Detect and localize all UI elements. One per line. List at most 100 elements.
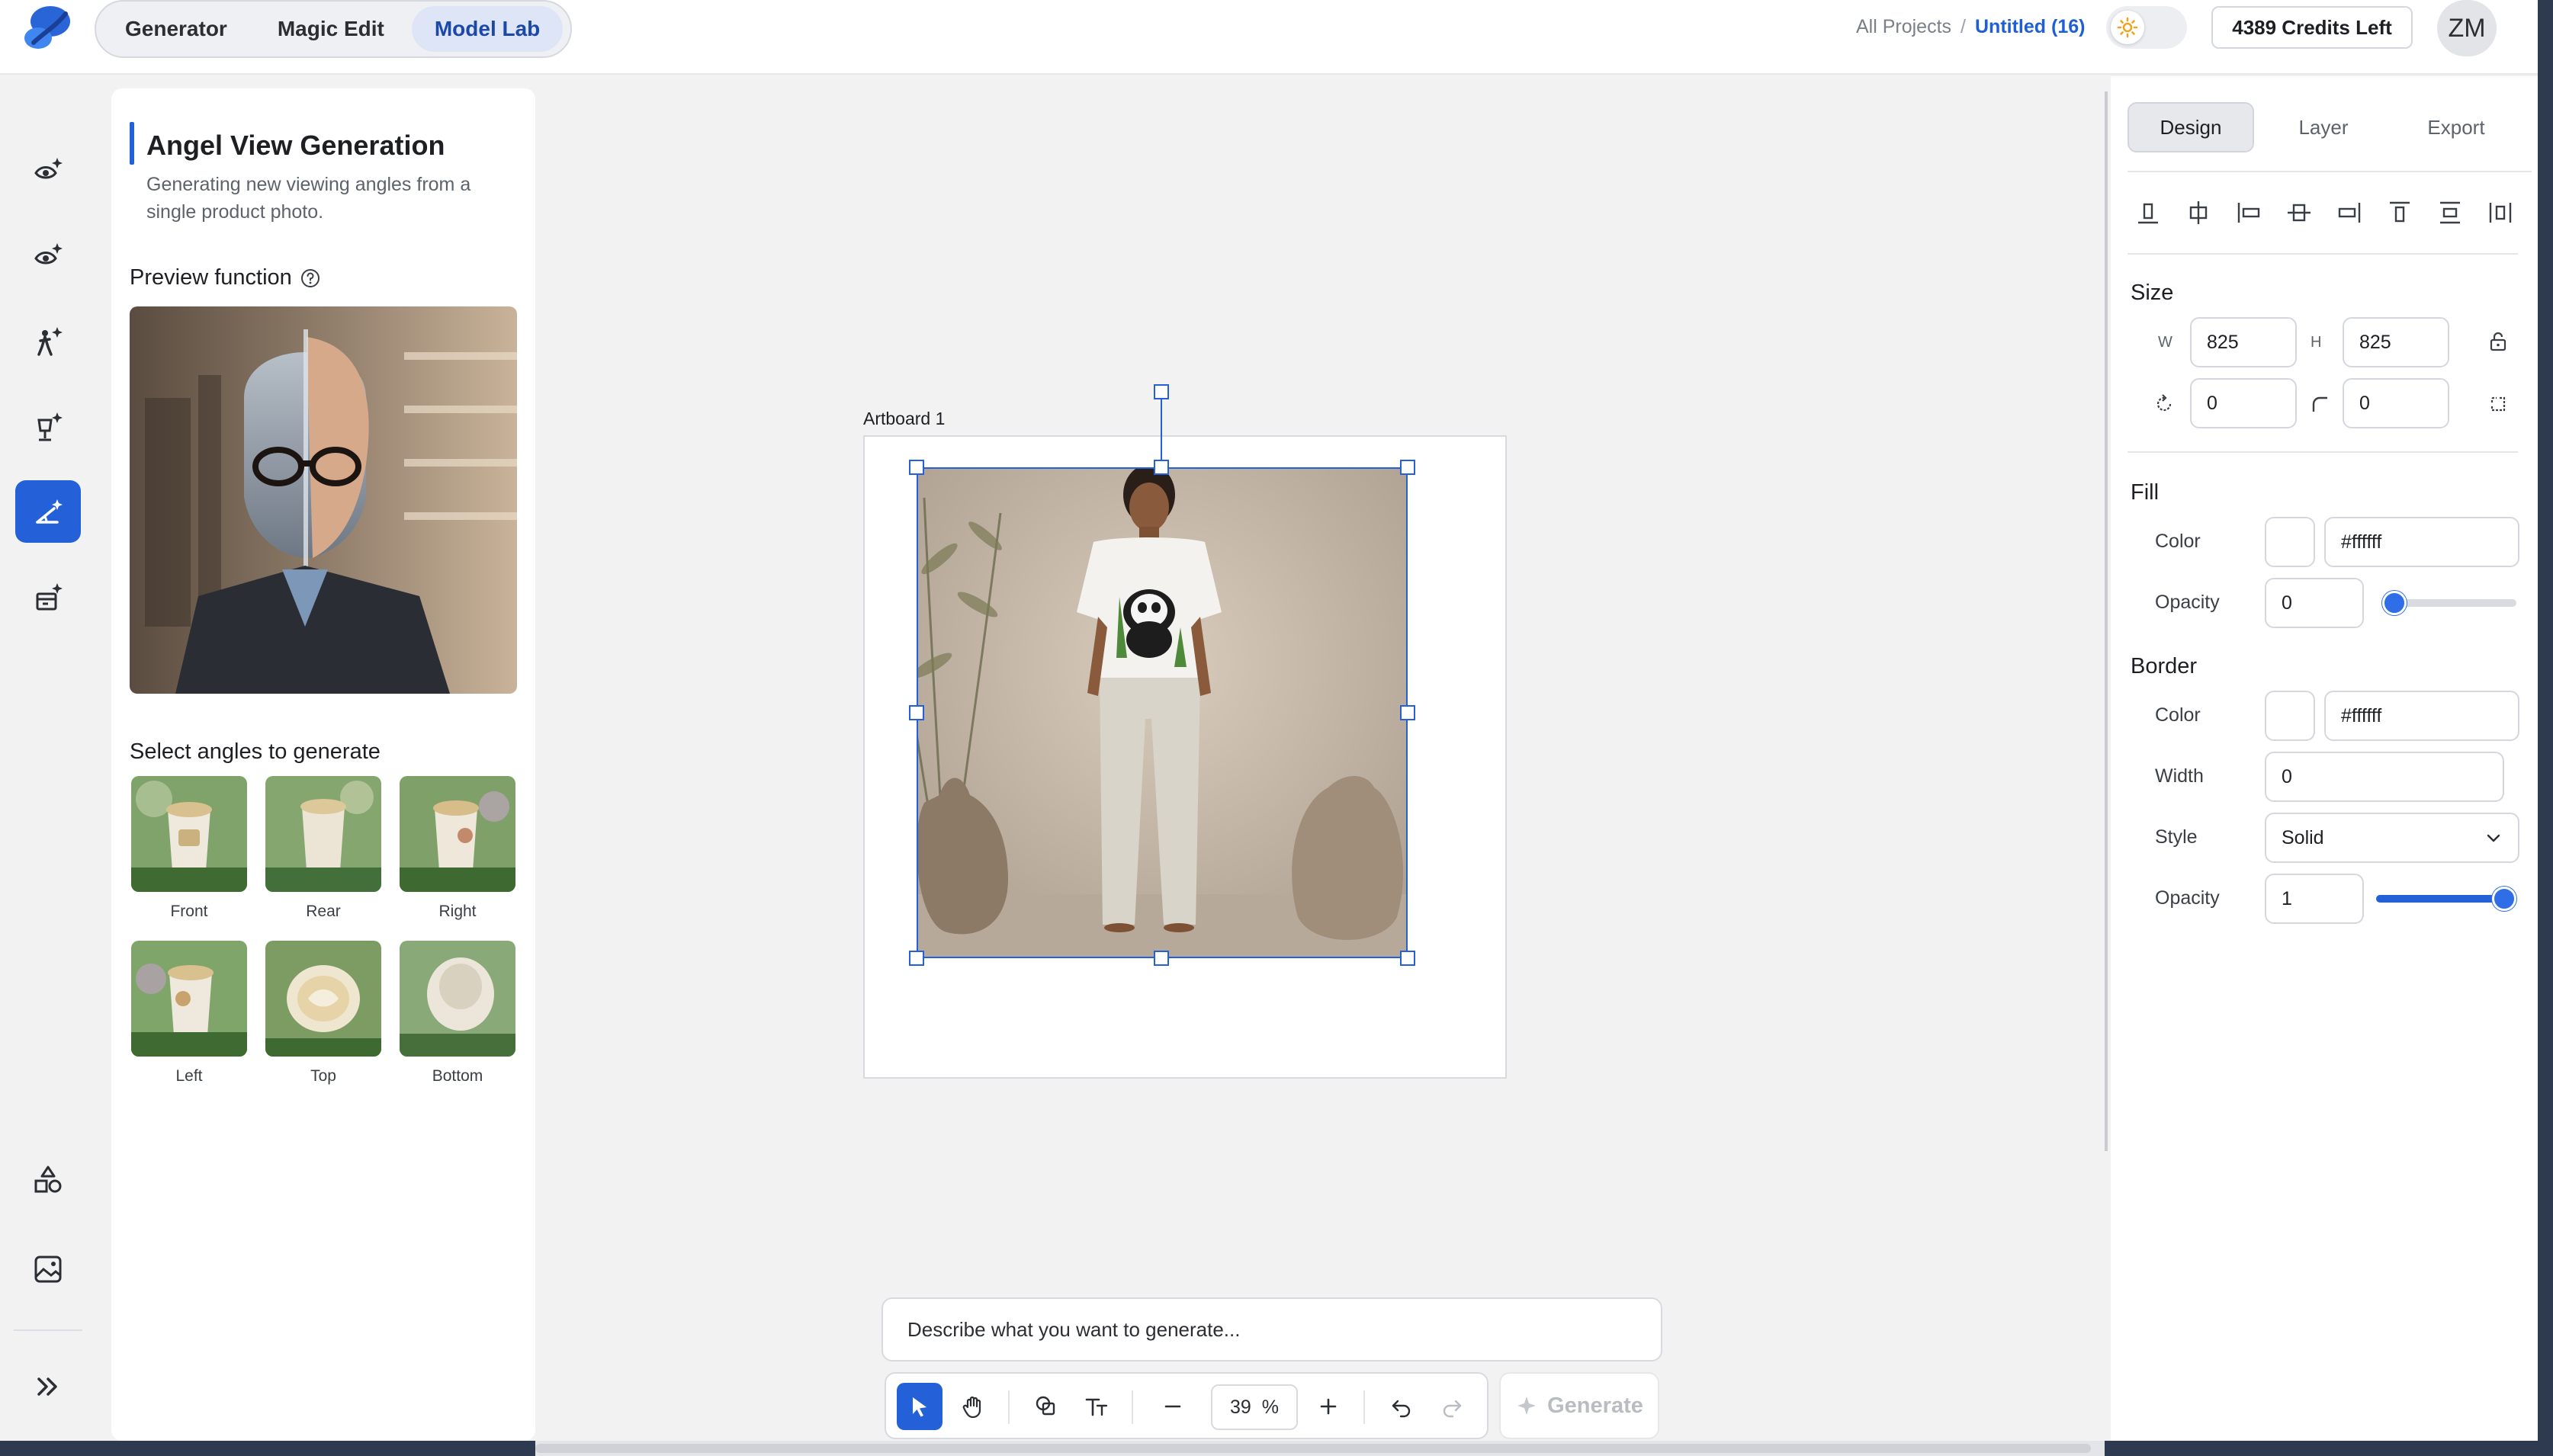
border-width-input[interactable]: 0 <box>2265 752 2504 802</box>
angle-option-bottom[interactable]: Bottom <box>400 941 515 1086</box>
undo-button[interactable] <box>1379 1383 1424 1430</box>
artboard-label[interactable]: Artboard 1 <box>863 409 945 429</box>
preview-image <box>130 306 517 694</box>
breadcrumb-all-projects[interactable]: All Projects <box>1856 16 1951 38</box>
prompt-input[interactable]: Describe what you want to generate... <box>882 1297 1662 1361</box>
angle-view-panel: Angel View Generation Generating new vie… <box>111 88 535 1441</box>
avatar[interactable]: ZM <box>2437 0 2497 56</box>
width-input[interactable]: 825 <box>2190 317 2297 367</box>
distribute-vertical-icon[interactable] <box>2436 198 2465 227</box>
breadcrumb-current-project[interactable]: Untitled (16) <box>1975 16 2085 38</box>
width-label: W <box>2158 334 2172 351</box>
rail-figure-sparkle[interactable] <box>15 309 81 372</box>
align-left-icon[interactable] <box>2234 198 2263 227</box>
tab-layer[interactable]: Layer <box>2260 102 2387 152</box>
rail-image[interactable] <box>15 1238 81 1300</box>
angle-label: Bottom <box>432 1067 483 1085</box>
rotate-handle[interactable] <box>1154 384 1169 399</box>
theme-toggle[interactable] <box>2106 6 2187 49</box>
tab-generator[interactable]: Generator <box>102 6 250 52</box>
shape-tool-button[interactable] <box>1023 1383 1069 1430</box>
undo-icon <box>1392 1400 1411 1418</box>
vertical-scrollbar[interactable] <box>2105 91 2108 1151</box>
rail-eye-sparkle-1[interactable] <box>15 139 81 201</box>
redo-button[interactable] <box>1429 1383 1475 1430</box>
rail-box-sparkle[interactable] <box>15 566 81 628</box>
align-bottom-icon[interactable] <box>2134 198 2163 227</box>
resize-handle-top[interactable] <box>1154 460 1169 475</box>
height-input[interactable]: 825 <box>2343 317 2449 367</box>
align-top-icon[interactable] <box>2385 198 2414 227</box>
fill-opacity-slider-knob[interactable] <box>2382 591 2407 615</box>
tab-model-lab[interactable]: Model Lab <box>411 6 564 52</box>
toolbar-separator <box>1363 1390 1365 1424</box>
generate-button[interactable]: Generate <box>1499 1372 1659 1439</box>
border-opacity-slider-knob[interactable] <box>2492 887 2516 911</box>
resize-handle-bottom-right[interactable] <box>1400 951 1415 966</box>
border-color-input[interactable]: #ffffff <box>2324 691 2519 741</box>
rail-expand[interactable] <box>15 1355 81 1418</box>
align-horizontal-center-icon[interactable] <box>2285 198 2314 227</box>
border-section-title: Border <box>2131 654 2198 678</box>
resize-handle-bottom[interactable] <box>1154 951 1169 966</box>
text-tool-button[interactable] <box>1074 1383 1119 1430</box>
rail-mannequin-sparkle[interactable] <box>15 395 81 457</box>
fill-section-title: Fill <box>2131 480 2160 505</box>
align-vertical-center-icon[interactable] <box>2184 198 2213 227</box>
angle-option-left[interactable]: Left <box>131 941 247 1086</box>
distribute-horizontal-icon[interactable] <box>2486 198 2515 227</box>
angle-option-rear[interactable]: Rear <box>265 776 381 921</box>
align-right-icon[interactable] <box>2335 198 2364 227</box>
tab-design[interactable]: Design <box>2128 102 2254 152</box>
horizontal-scrollbar-thumb[interactable] <box>535 1444 2091 1453</box>
border-style-select[interactable]: Solid <box>2265 813 2519 863</box>
resize-handle-right[interactable] <box>1400 705 1415 720</box>
angle-option-top[interactable]: Top <box>265 941 381 1086</box>
border-color-swatch[interactable] <box>2265 691 2315 741</box>
angle-sparkle-icon <box>36 499 63 524</box>
angle-label: Left <box>175 1067 203 1085</box>
alignment-toolbar <box>2134 198 2522 229</box>
window-frame-bottom-right <box>2105 1441 2553 1456</box>
minus-icon <box>1164 1405 1181 1408</box>
title-accent-bar <box>130 122 134 165</box>
rail-eye-sparkle-2[interactable] <box>15 224 81 287</box>
zoom-out-button[interactable] <box>1150 1383 1196 1430</box>
zoom-in-button[interactable] <box>1305 1383 1351 1430</box>
eye-sparkle-icon <box>34 158 63 179</box>
resize-handle-top-right[interactable] <box>1400 460 1415 475</box>
plus-icon <box>1320 1398 1337 1415</box>
resize-handle-top-left[interactable] <box>909 460 924 475</box>
aspect-lock-icon[interactable] <box>2481 325 2515 358</box>
border-style-label: Style <box>2155 826 2198 848</box>
tab-export[interactable]: Export <box>2393 102 2519 152</box>
eye-sparkle-icon <box>34 243 63 265</box>
angle-option-front[interactable]: Front <box>131 776 247 921</box>
pan-tool-button[interactable] <box>950 1383 996 1430</box>
rotation-input[interactable]: 0 <box>2190 378 2297 428</box>
angle-label: Front <box>170 903 208 920</box>
resize-handle-left[interactable] <box>909 705 924 720</box>
align-divider <box>2128 253 2518 255</box>
rail-shapes[interactable] <box>15 1148 81 1211</box>
angle-thumbnail <box>131 776 247 892</box>
horizontal-scrollbar[interactable] <box>535 1441 2105 1456</box>
border-opacity-input[interactable]: 1 <box>2265 874 2364 924</box>
fill-opacity-input[interactable]: 0 <box>2265 578 2364 628</box>
fill-color-swatch[interactable] <box>2265 517 2315 567</box>
help-circle-icon[interactable] <box>300 268 321 289</box>
app-logo[interactable] <box>20 3 73 53</box>
rail-angle-view[interactable] <box>15 480 81 543</box>
select-tool-button[interactable] <box>897 1383 943 1430</box>
independent-corners-icon[interactable] <box>2481 387 2515 421</box>
zoom-level-input[interactable]: 39 % <box>1211 1384 1298 1430</box>
tab-magic-edit[interactable]: Magic Edit <box>255 6 407 52</box>
sparkle-icon <box>1517 1397 1537 1415</box>
corner-radius-input[interactable]: 0 <box>2343 378 2449 428</box>
credits-badge[interactable]: 4389 Credits Left <box>2211 6 2413 49</box>
sun-icon <box>2111 11 2144 44</box>
expand-chevrons-icon <box>37 1377 57 1396</box>
angle-option-right[interactable]: Right <box>400 776 515 921</box>
resize-handle-bottom-left[interactable] <box>909 951 924 966</box>
fill-color-input[interactable]: #ffffff <box>2324 517 2519 567</box>
